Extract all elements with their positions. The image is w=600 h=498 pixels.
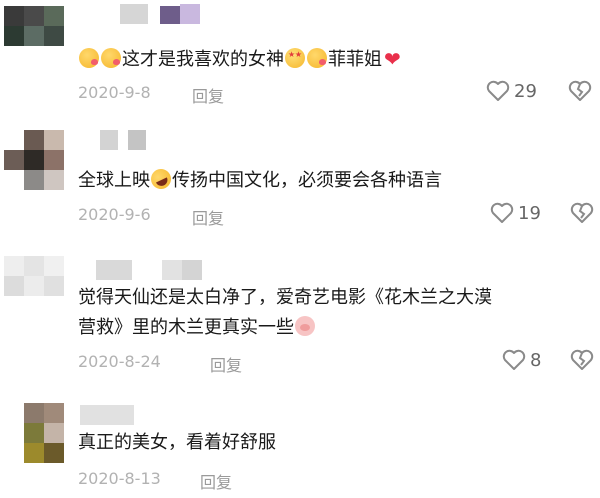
avatar-pixel — [4, 256, 24, 276]
avatar-pixel — [4, 403, 24, 423]
like-count: 19 — [518, 202, 541, 224]
nickname-block — [182, 260, 202, 280]
like-count: 29 — [514, 80, 537, 102]
comment-date: 2020-9-6 — [78, 205, 151, 224]
avatar-pixel — [4, 150, 24, 170]
comment-text-line-wrap: 营救》里的木兰更真实一些 — [78, 313, 492, 343]
comment-date: 2020-8-13 — [78, 469, 161, 488]
avatar-pixel — [4, 6, 24, 26]
avatar-pixel — [44, 423, 64, 443]
nickname[interactable] — [120, 4, 200, 24]
avatar-pixel — [44, 130, 64, 150]
comment-item: 这才是我喜欢的女神 菲菲姐❤ 2020-9-8 回复 29 — [0, 0, 600, 120]
nickname-block — [100, 130, 118, 150]
kiss-emoji-icon — [79, 48, 99, 68]
comment-text-part: 这才是我喜欢的女神 — [122, 49, 284, 70]
nickname-block — [160, 6, 180, 24]
like-icon — [486, 80, 510, 101]
comment-item: 觉得天仙还是太白净了，爱奇艺电影《花木兰之大漠 营救》里的木兰更真实一些 202… — [0, 248, 600, 383]
avatar[interactable] — [4, 6, 64, 66]
avatar-pixel — [4, 443, 24, 463]
comment-text-part: 菲菲姐 — [328, 49, 382, 70]
comment-item: 真正的美女，看着好舒服 2020-8-13 回复 — [0, 395, 600, 498]
avatar-pixel — [44, 403, 64, 423]
dislike-button[interactable] — [568, 80, 592, 106]
nickname-block — [80, 405, 134, 425]
nickname-block — [96, 260, 132, 280]
reply-button[interactable]: 回复 — [200, 469, 232, 493]
red-heart-icon: ❤ — [384, 47, 401, 71]
nickname-block — [132, 260, 162, 280]
avatar-pixel — [4, 130, 24, 150]
comment-text-line: 觉得天仙还是太白净了，爱奇艺电影《花木兰之大漠 — [78, 287, 492, 308]
comment-text-line: 营救》里的木兰更真实一些 — [78, 317, 294, 338]
avatar-pixel — [24, 150, 44, 170]
comment-text: 全球上映 传扬中国文化，必须要会各种语言 — [78, 165, 442, 196]
dislike-icon — [568, 80, 592, 101]
dislike-button[interactable] — [570, 349, 594, 375]
dislike-button[interactable] — [570, 202, 594, 228]
avatar-pixel — [44, 443, 64, 463]
comment-date: 2020-9-8 — [78, 83, 151, 102]
reply-button[interactable]: 回复 — [192, 83, 224, 107]
nickname-block — [180, 4, 200, 24]
avatar-pixel — [24, 403, 44, 423]
avatar-pixel — [24, 443, 44, 463]
like-button[interactable]: 29 — [486, 80, 537, 102]
comment-text: 这才是我喜欢的女神 菲菲姐❤ — [78, 44, 401, 75]
nickname-block — [118, 130, 128, 150]
avatar-pixel — [44, 26, 64, 46]
like-count: 8 — [530, 349, 542, 371]
avatar-pixel — [24, 130, 44, 150]
like-button[interactable]: 19 — [490, 202, 541, 224]
comment-text: 觉得天仙还是太白净了，爱奇艺电影《花木兰之大漠 营救》里的木兰更真实一些 — [78, 283, 492, 343]
dislike-icon — [570, 202, 594, 223]
star-eyes-emoji-icon — [285, 48, 305, 68]
like-icon — [502, 349, 526, 370]
comment-date: 2020-8-24 — [78, 352, 161, 371]
nickname-block — [128, 130, 146, 150]
avatar-pixel — [4, 276, 24, 296]
kiss-emoji-icon — [101, 48, 121, 68]
comment-text-part: 传扬中国文化，必须要会各种语言 — [172, 170, 442, 191]
kiss-emoji-icon — [307, 48, 327, 68]
nickname-block — [148, 4, 160, 24]
pig-emoji-icon — [295, 316, 315, 336]
rofl-emoji-icon — [147, 165, 175, 193]
avatar[interactable] — [4, 130, 64, 190]
avatar-pixel — [24, 276, 44, 296]
avatar[interactable] — [4, 256, 64, 316]
avatar-pixel — [44, 276, 64, 296]
nickname[interactable] — [80, 405, 134, 425]
avatar-pixel — [24, 256, 44, 276]
nickname-block — [120, 4, 148, 24]
avatar-pixel — [24, 6, 44, 26]
nickname[interactable] — [100, 130, 146, 150]
nickname[interactable] — [96, 260, 202, 280]
like-button[interactable]: 8 — [502, 349, 541, 371]
avatar-pixel — [4, 26, 24, 46]
comment-text-part: 全球上映 — [78, 170, 150, 191]
avatar-pixel — [44, 6, 64, 26]
avatar-pixel — [44, 256, 64, 276]
reply-button[interactable]: 回复 — [192, 205, 224, 229]
avatar-pixel — [44, 170, 64, 190]
reply-button[interactable]: 回复 — [210, 352, 242, 376]
avatar-pixel — [24, 423, 44, 443]
avatar-pixel — [24, 170, 44, 190]
avatar-pixel — [4, 170, 24, 190]
avatar-pixel — [4, 423, 24, 443]
avatar-pixel — [44, 150, 64, 170]
avatar[interactable] — [4, 403, 64, 463]
dislike-icon — [570, 349, 594, 370]
avatar-pixel — [24, 26, 44, 46]
comment-item: 全球上映 传扬中国文化，必须要会各种语言 2020-9-6 回复 19 — [0, 120, 600, 240]
comment-text: 真正的美女，看着好舒服 — [78, 428, 276, 458]
nickname-block — [162, 260, 182, 280]
comment-text-part: 真正的美女，看着好舒服 — [78, 432, 276, 453]
like-icon — [490, 202, 514, 223]
